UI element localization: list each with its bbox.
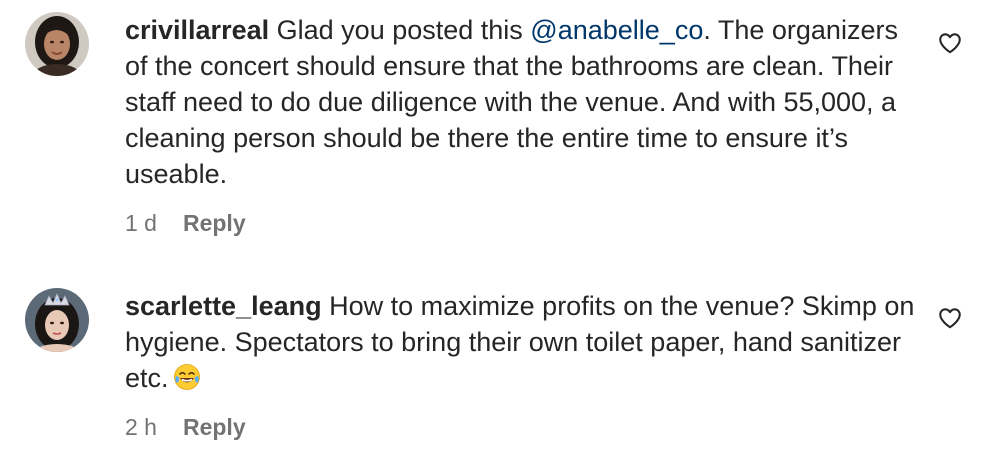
comment-username[interactable]: crivillarreal — [125, 15, 269, 45]
comment-item: crivillarreal Glad you posted this @anab… — [0, 0, 982, 250]
heart-outline-icon[interactable] — [937, 305, 963, 331]
mention-link[interactable]: @anabelle_co — [530, 15, 703, 45]
comment-timestamp: 1 d — [125, 210, 157, 236]
comment-meta: 1 d Reply — [125, 210, 246, 237]
comment-username[interactable]: scarlette_leang — [125, 291, 322, 321]
comment-text: crivillarreal Glad you posted this @anab… — [125, 12, 915, 192]
profile-photo-icon — [25, 12, 89, 76]
reply-button[interactable]: Reply — [183, 210, 246, 237]
comment-item: scarlette_leang How to maximize profits … — [0, 250, 982, 460]
avatar[interactable] — [25, 12, 89, 76]
comment-text: scarlette_leang How to maximize profits … — [125, 288, 915, 400]
reply-button[interactable]: Reply — [183, 414, 246, 441]
comment-meta: 2 h Reply — [125, 414, 246, 441]
comment-timestamp: 2 h — [125, 414, 157, 440]
profile-photo-icon — [25, 288, 89, 352]
comment-body-start: Glad you posted this — [276, 15, 531, 45]
face-with-tears-of-joy-emoji — [173, 363, 201, 400]
avatar[interactable] — [25, 288, 89, 352]
heart-outline-icon[interactable] — [937, 30, 963, 56]
